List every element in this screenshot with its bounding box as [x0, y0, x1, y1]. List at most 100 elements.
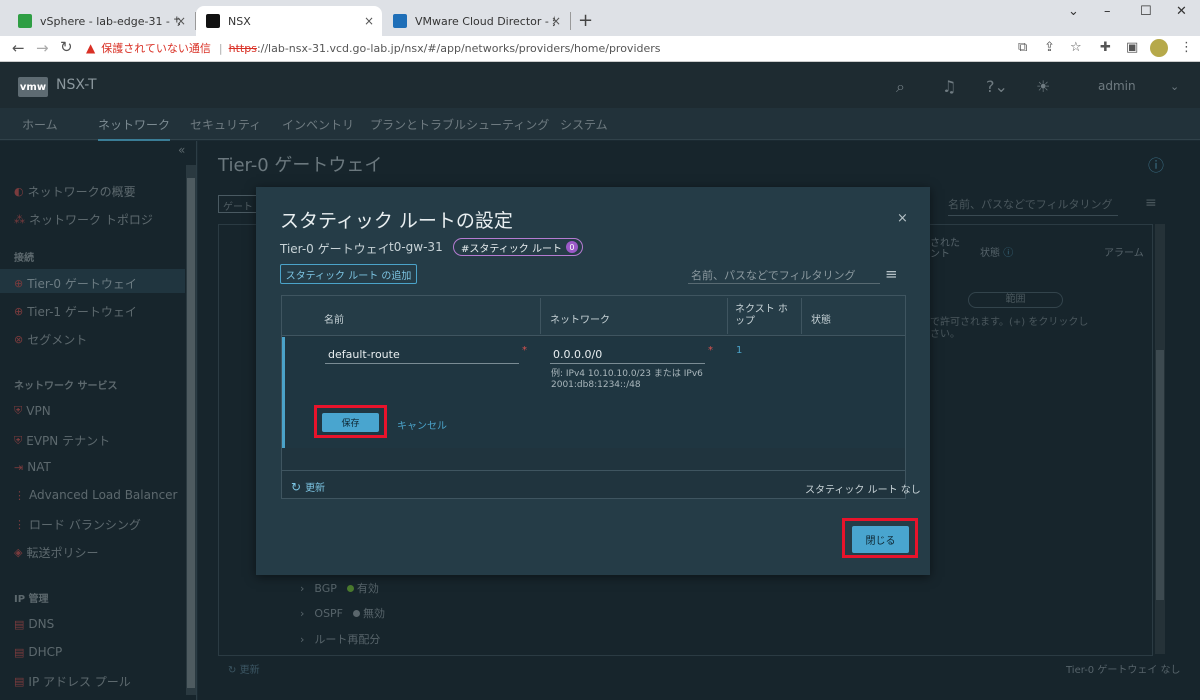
bgp-row[interactable]: › BGP 有効 [300, 580, 379, 596]
nsx-favicon-icon [206, 14, 220, 28]
sidebar-item-ip-pool[interactable]: ▤ IP アドレス プール [14, 673, 131, 690]
sidebar-item-label: EVPN テナント [26, 434, 111, 448]
browser-menu-icon[interactable]: ⋮ [1180, 40, 1193, 55]
app-name: NSX-T [56, 77, 97, 93]
url-field[interactable]: ▲ 保護されていない通信 | https ://lab-nsx-31.vcd.g… [86, 37, 1006, 59]
redistribution-row[interactable]: › ルート再配分 [300, 631, 380, 647]
chevron-down-icon[interactable]: ⌄ [1170, 80, 1179, 93]
tier1-icon: ⊕ [14, 305, 24, 318]
filter-icon[interactable]: ≡ [1145, 195, 1157, 211]
collapse-sidebar-icon[interactable]: « [178, 143, 185, 157]
tab-divider [570, 12, 571, 30]
nav-home[interactable]: ホーム [22, 116, 58, 133]
content-scrollbar-thumb[interactable] [1156, 350, 1164, 600]
back-icon[interactable]: ← [12, 39, 25, 57]
nav-networking[interactable]: ネットワーク [98, 116, 171, 141]
nav-plan-troubleshoot[interactable]: プランとトラブルシューティング [370, 116, 549, 133]
side-panel-icon[interactable]: ▣ [1126, 40, 1138, 55]
sidebar-item-segment[interactable]: ⊗ セグメント [14, 331, 87, 348]
sidebar-item-label: VPN [26, 404, 51, 418]
translate-icon[interactable]: ⧉ [1018, 40, 1027, 55]
ospf-label: OSPF [314, 606, 344, 620]
sidebar-item-label: セグメント [27, 333, 88, 347]
theme-sun-icon[interactable]: ☀ [1036, 77, 1050, 96]
sidebar-item-topology[interactable]: ⁂ ネットワーク トポロジ [14, 211, 153, 228]
grid-footer-divider [282, 470, 905, 471]
sidebar-item-forwarding[interactable]: ◈ 転送ポリシー [14, 544, 98, 561]
sidebar-item-tier1[interactable]: ⊕ Tier-1 ゲートウェイ [14, 303, 137, 320]
sidebar-item-label: NAT [27, 460, 51, 474]
close-icon[interactable]: × [897, 211, 908, 226]
nav-security[interactable]: セキュリティ [190, 116, 261, 133]
load-balancer-icon: ⋮ [14, 518, 25, 531]
route-name-input[interactable]: default-route [325, 344, 519, 364]
reload-icon[interactable]: ↻ [60, 38, 73, 56]
search-icon[interactable]: ⌕ [896, 77, 905, 97]
minimize-icon[interactable]: – [1104, 4, 1111, 19]
share-icon[interactable]: ⇪ [1044, 40, 1055, 55]
segment-icon: ⊗ [14, 333, 24, 346]
url-path: ://lab-nsx-31.vcd.go-lab.jp/nsx/#/app/ne… [256, 41, 661, 55]
bookmark-star-icon[interactable]: ☆ [1070, 40, 1082, 55]
refresh-button[interactable]: ↻ 更新 [291, 479, 325, 495]
nav-inventory[interactable]: インベントリ [282, 116, 354, 133]
sidebar-item-overview[interactable]: ◐ ネットワークの概要 [14, 183, 136, 200]
alb-icon: ⋮ [14, 488, 25, 502]
app-header [0, 62, 1200, 108]
sidebar-item-alb[interactable]: ⋮ Advanced Load Balancer [14, 488, 177, 502]
refresh-icon: ↻ [291, 479, 302, 494]
next-hop-link[interactable]: 1 [736, 345, 742, 356]
sidebar-item-dhcp[interactable]: ▤ DHCP [14, 645, 62, 659]
column-divider [727, 298, 728, 334]
sidebar-item-label: Tier-0 ゲートウェイ [27, 277, 137, 291]
tab-search-icon[interactable]: ⌄ [1068, 4, 1079, 19]
maximize-icon[interactable]: ☐ [1140, 4, 1152, 19]
close-tab-icon[interactable]: × [176, 14, 186, 28]
sidebar-item-dns[interactable]: ▤ DNS [14, 617, 54, 631]
help-menu-icon[interactable]: ?⌄ [986, 77, 1008, 96]
ip-pool-icon: ▤ [14, 675, 25, 688]
help-icon[interactable]: ⓘ [1148, 152, 1164, 176]
close-window-icon[interactable]: ✕ [1176, 4, 1187, 19]
extensions-icon[interactable]: ✚ [1100, 40, 1111, 55]
bgp-status-text: 有効 [356, 582, 379, 595]
close-tab-icon[interactable]: × [551, 14, 561, 28]
column-name: 名前 [324, 315, 344, 326]
sidebar-item-nat[interactable]: ⇥ NAT [14, 460, 51, 474]
gateway-name: t0-gw-31 [389, 240, 443, 254]
sidebar-item-evpn[interactable]: ⛨ EVPN テナント [14, 432, 110, 449]
gateway-count: Tier-0 ゲートウェイ なし [1066, 665, 1181, 676]
dhcp-icon: ▤ [14, 645, 25, 659]
sidebar-scrollbar-thumb[interactable] [187, 178, 195, 688]
gateway-filter-input[interactable]: 名前、パスなどでフィルタリング [948, 196, 1118, 216]
route-filter-input[interactable]: 名前、パスなどでフィルタリング [688, 264, 880, 284]
close-tab-icon[interactable]: × [364, 14, 374, 28]
tab-nsx[interactable]: NSX × [196, 6, 382, 36]
tab-vsphere[interactable]: vSphere - lab-edge-31 - サマリ × [8, 6, 194, 36]
dialog-title: スタティック ルートの設定 [280, 210, 513, 232]
cancel-button[interactable]: キャンセル [397, 417, 447, 432]
tab-cloud-director[interactable]: VMware Cloud Director - 外部ネ × [383, 6, 569, 36]
nav-system[interactable]: システム [560, 116, 608, 133]
add-static-route-button[interactable]: スタティック ルート の追加 [280, 264, 417, 284]
profile-avatar[interactable] [1150, 39, 1168, 57]
filter-icon[interactable]: ≡ [885, 265, 898, 283]
new-tab-button[interactable]: + [578, 10, 593, 31]
bell-icon[interactable]: ♫ [942, 77, 956, 96]
sidebar-item-lb[interactable]: ⋮ ロード バランシング [14, 516, 141, 533]
forward-icon[interactable]: → [36, 39, 49, 57]
add-gateway-button[interactable]: ゲートウェイ [218, 195, 260, 213]
tag-count: 0 [565, 241, 578, 253]
user-menu[interactable]: admin [1098, 79, 1136, 93]
ospf-status: 無効 [353, 605, 385, 621]
ospf-row[interactable]: › OSPF 無効 [300, 605, 385, 621]
sidebar-item-tier0[interactable]: ⊕ Tier-0 ゲートウェイ [14, 275, 137, 292]
range-select[interactable]: 範囲 [968, 292, 1063, 308]
url-separator: | [218, 41, 223, 55]
refresh-button[interactable]: ↻ 更新 [228, 661, 260, 676]
tier0-icon: ⊕ [14, 277, 24, 290]
network-input[interactable]: 0.0.0.0/0 [550, 344, 705, 364]
sidebar-item-vpn[interactable]: ⛨ VPN [14, 404, 51, 418]
nat-icon: ⇥ [14, 460, 24, 474]
page-title: Tier-0 ゲートウェイ [218, 155, 383, 176]
